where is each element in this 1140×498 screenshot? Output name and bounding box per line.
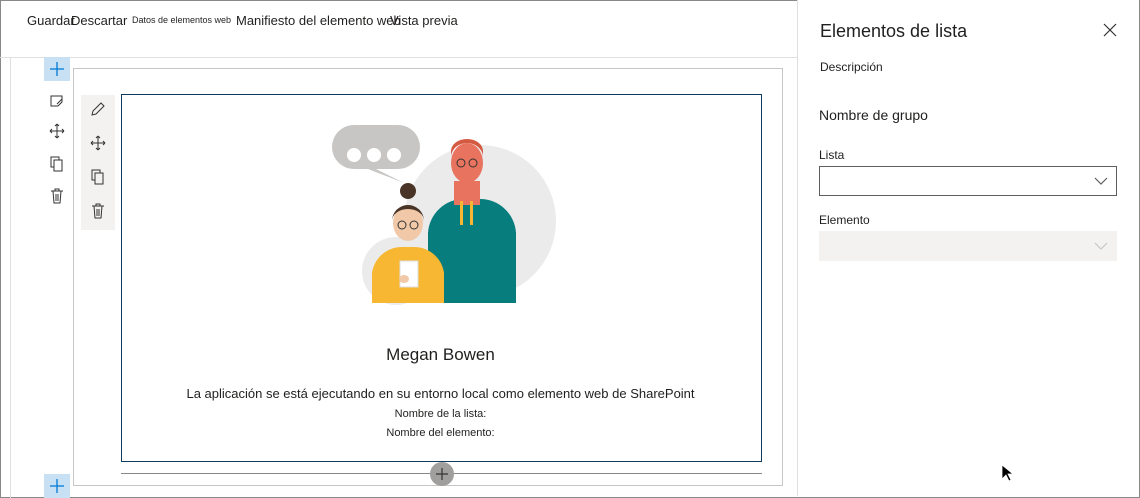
add-icon [50,62,64,76]
chevron-down-icon [1094,177,1108,185]
manifest-button[interactable]: Manifiesto del elemento web [236,13,401,28]
duplicate-icon [50,156,63,172]
item-name-label: Nombre del elemento: [386,427,495,439]
web-part-data-button[interactable]: Datos de elementos web [132,15,231,25]
save-button[interactable]: Guardar [27,13,75,28]
list-name-label: Nombre de la lista: [394,408,487,420]
discard-button[interactable]: Descartar [71,13,127,28]
property-pane-title: Elementos de lista [820,21,968,41]
canvas-left-border [10,58,11,498]
edit-web-part-button[interactable] [85,96,111,122]
move-section-button[interactable] [44,118,70,144]
user-name: Megan Bowen [386,345,495,364]
edit-section-button[interactable] [44,88,70,114]
duplicate-web-part-button[interactable] [85,164,111,190]
edit-section-icon [50,95,63,107]
add-icon [50,479,64,493]
list-field-label: Lista [819,148,845,162]
delete-icon [51,188,63,204]
add-icon [436,468,448,480]
chevron-down-icon [1094,242,1108,250]
group-name-heading: Nombre de grupo [819,107,928,123]
web-part-description: La aplicación se está ejecutando en su e… [186,386,695,401]
delete-web-part-button[interactable] [85,198,111,224]
web-part[interactable] [121,94,762,462]
delete-icon [92,203,104,219]
property-pane: Elementos de lista Descripción Nombre de… [797,0,1139,496]
duplicate-section-button[interactable] [44,151,70,177]
preview-button[interactable]: Vista previa [390,13,458,28]
list-dropdown[interactable] [819,166,1117,196]
close-icon [1103,23,1117,37]
item-field-label: Elemento [819,213,870,227]
description-label: Descripción [820,60,883,74]
move-web-part-button[interactable] [85,130,111,156]
add-section-bottom-button[interactable] [44,474,70,498]
move-icon [49,123,65,139]
cursor-icon [1001,464,1013,482]
close-property-pane-button[interactable] [1100,20,1120,40]
duplicate-icon [91,169,104,185]
move-icon [90,135,106,151]
delete-section-button[interactable] [44,183,70,209]
web-part-toolbar [81,95,115,230]
add-web-part-button[interactable] [430,462,454,486]
toolbar-divider [0,57,797,58]
pencil-icon [91,102,105,116]
workbench-toolbar: Guardar Descartar Datos de elementos web… [0,0,797,44]
welcome-illustration [332,125,556,305]
add-section-top-button[interactable] [44,57,70,81]
item-dropdown[interactable] [819,231,1117,261]
